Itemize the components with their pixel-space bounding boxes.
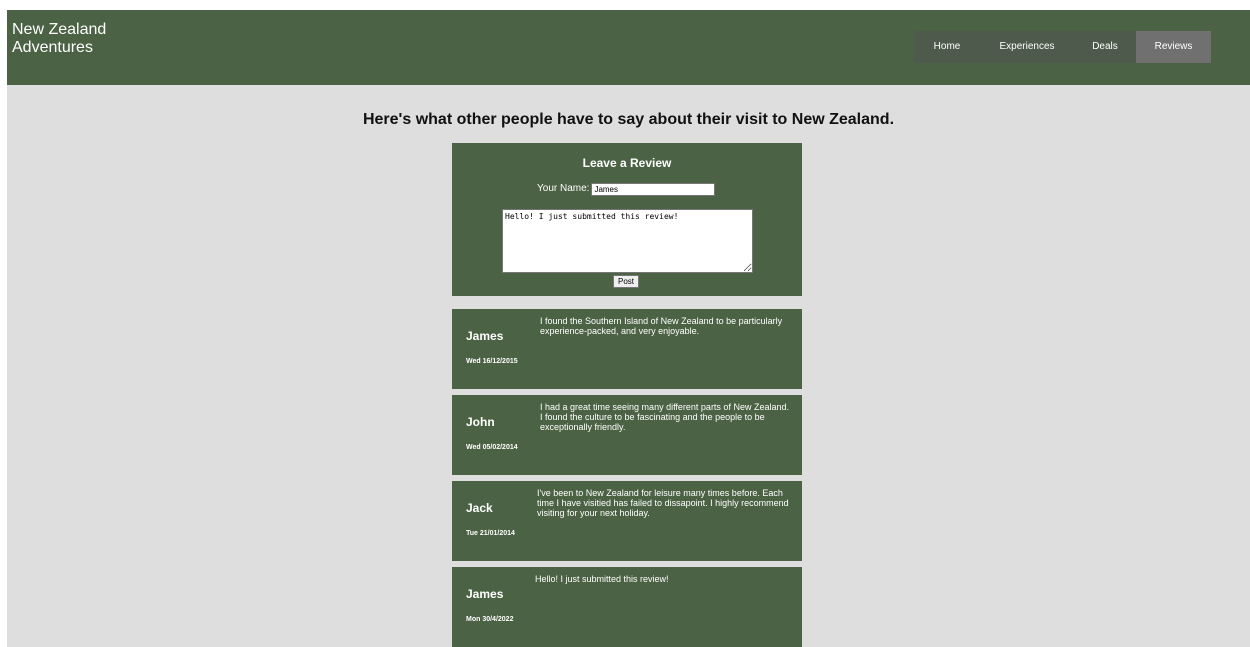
reviewer-name: James — [466, 329, 504, 343]
review-text: I've been to New Zealand for leisure man… — [537, 488, 789, 518]
review-card: James Wed 16/12/2015 I found the Souther… — [452, 309, 802, 389]
review-date: Mon 30/4/2022 — [466, 616, 514, 623]
nav-experiences[interactable]: Experiences — [980, 31, 1074, 63]
name-row: Your Name: — [537, 182, 716, 196]
post-button[interactable]: Post — [613, 275, 639, 288]
page: New Zealand Adventures Home Experiences … — [7, 10, 1250, 647]
review-textarea[interactable]: Hello! I just submitted this review! — [502, 209, 753, 273]
site-title: New Zealand Adventures — [12, 21, 107, 56]
page-headline: Here's what other people have to say abo… — [362, 111, 895, 128]
review-card: John Wed 05/02/2014 I had a great time s… — [452, 395, 802, 475]
review-date: Wed 05/02/2014 — [466, 444, 518, 451]
review-text: I had a great time seeing many different… — [540, 402, 789, 432]
nav-home[interactable]: Home — [914, 31, 980, 63]
review-card: Jack Tue 21/01/2014 I've been to New Zea… — [452, 481, 802, 561]
review-text: I found the Southern Island of New Zeala… — [540, 316, 783, 336]
name-input[interactable] — [591, 182, 716, 196]
site-header: New Zealand Adventures Home Experiences … — [7, 10, 1250, 85]
nav-deals[interactable]: Deals — [1074, 31, 1136, 63]
review-date: Tue 21/01/2014 — [466, 530, 515, 537]
reviewer-name: Jack — [466, 501, 493, 515]
form-title: Leave a Review — [582, 156, 672, 170]
review-form: Leave a Review Your Name: Hello! I just … — [452, 143, 802, 296]
name-label: Your Name: — [537, 183, 590, 194]
nav-reviews[interactable]: Reviews — [1136, 31, 1211, 63]
main-nav: Home Experiences Deals Reviews — [914, 31, 1211, 63]
review-card: James Mon 30/4/2022 Hello! I just submit… — [452, 567, 802, 647]
reviewer-name: John — [466, 415, 495, 429]
review-text: Hello! I just submitted this review! — [535, 574, 669, 584]
review-date: Wed 16/12/2015 — [466, 358, 518, 365]
reviewer-name: James — [466, 587, 504, 601]
